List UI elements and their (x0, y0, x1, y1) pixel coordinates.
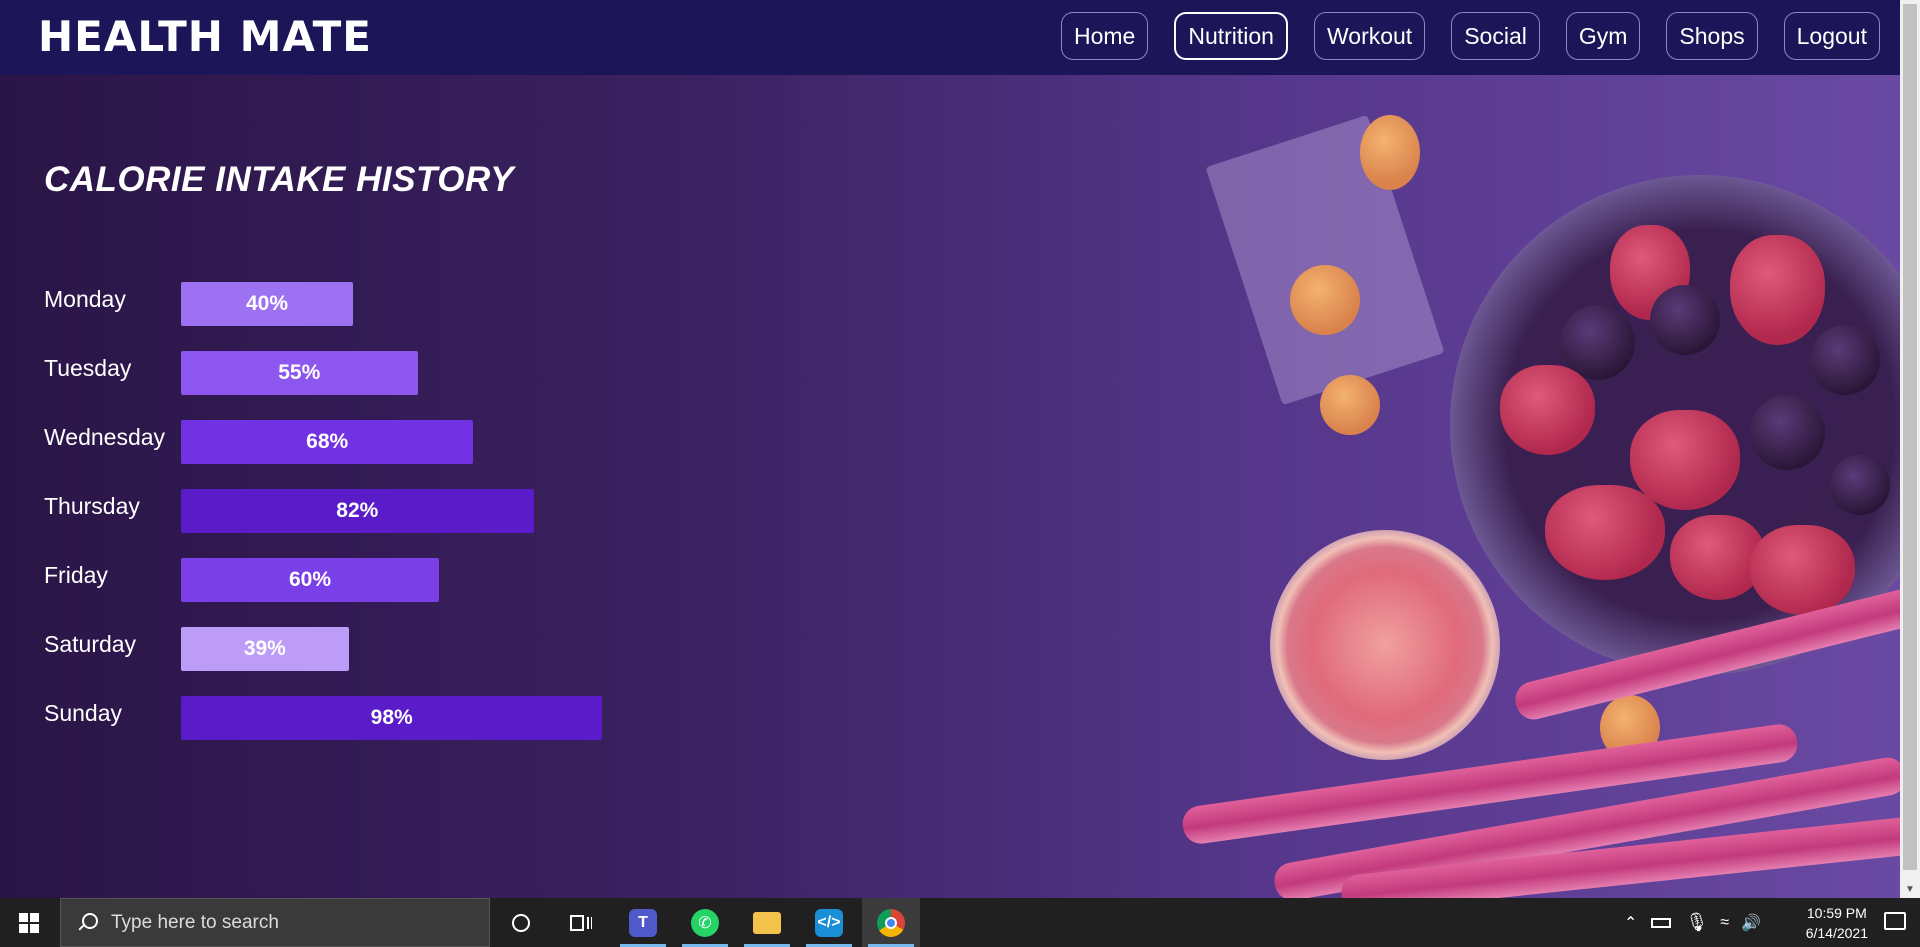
chart-bar: 39% (181, 627, 349, 671)
chart-bar: 68% (181, 420, 474, 464)
microphone-icon[interactable]: 🎙 (1685, 912, 1708, 933)
chart-bar: 55% (181, 351, 418, 395)
start-button[interactable] (0, 898, 58, 947)
brand-logo[interactable]: HEALTH MATE (38, 12, 372, 61)
taskbar-search-box[interactable]: Type here to search (60, 898, 490, 947)
nav-workout-button[interactable]: Workout (1313, 12, 1426, 60)
teams-taskbar-button[interactable]: T (614, 898, 672, 947)
task-view-button[interactable] (552, 898, 610, 947)
nav-nutrition-button[interactable]: Nutrition (1174, 12, 1288, 60)
nav-menu: Home Nutrition Workout Social Gym Shops … (1060, 12, 1880, 60)
whatsapp-taskbar-button[interactable]: ✆ (676, 898, 734, 947)
whatsapp-icon: ✆ (691, 908, 719, 937)
chart-day-label: Thursday (44, 493, 140, 519)
chart-bar: 60% (181, 558, 439, 602)
nav-gym-button[interactable]: Gym (1565, 12, 1641, 60)
top-navbar: HEALTH MATE Home Nutrition Workout Socia… (0, 0, 1900, 75)
chart-bar: 98% (181, 696, 603, 740)
search-icon (77, 912, 98, 933)
clock-time: 10:59 PM (1806, 905, 1867, 921)
search-placeholder: Type here to search (111, 911, 279, 933)
cortana-icon (512, 913, 530, 932)
teams-icon: T (629, 908, 657, 937)
page-scrollbar[interactable]: ▲ ▼ (1900, 0, 1920, 898)
wifi-icon[interactable]: ≈ (1720, 914, 1729, 932)
page-title: CALORIE INTAKE HISTORY (44, 160, 514, 199)
nav-social-button[interactable]: Social (1451, 12, 1540, 60)
vscode-icon: </> (815, 908, 843, 937)
file-explorer-taskbar-button[interactable] (738, 898, 796, 947)
chart-bar: 40% (181, 282, 353, 326)
taskbar-clock[interactable]: 10:59 PM 6/14/2021 (1806, 903, 1868, 943)
chrome-icon (877, 908, 905, 937)
clock-date: 6/14/2021 (1805, 925, 1868, 941)
cortana-button[interactable] (492, 898, 550, 947)
vscode-taskbar-button[interactable]: </> (800, 898, 858, 947)
notification-center-icon[interactable] (1884, 912, 1906, 930)
chart-day-label: Wednesday (44, 424, 166, 450)
windows-taskbar: Type here to search T ✆ </> ⌃ 🎙 ≈ 🔊 10:5… (0, 898, 1920, 947)
chart-day-label: Saturday (44, 631, 137, 657)
chart-day-label: Sunday (44, 700, 123, 726)
scroll-thumb[interactable] (1903, 4, 1917, 870)
file-explorer-icon (753, 911, 781, 934)
chart-day-label: Tuesday (44, 355, 132, 381)
show-hidden-icons-chevron-icon[interactable]: ⌃ (1624, 913, 1637, 933)
task-view-icon (570, 914, 592, 931)
chart-day-label: Monday (44, 286, 126, 312)
scroll-down-arrow-icon[interactable]: ▼ (1900, 882, 1920, 898)
nav-home-button[interactable]: Home (1060, 12, 1149, 60)
battery-icon[interactable] (1651, 917, 1672, 928)
volume-icon[interactable]: 🔊 (1741, 913, 1761, 933)
chart-bar: 82% (181, 489, 534, 533)
fruit-photo-background (1090, 75, 1900, 898)
nav-logout-button[interactable]: Logout (1783, 12, 1880, 60)
chrome-taskbar-button[interactable] (862, 898, 920, 947)
nav-shops-button[interactable]: Shops (1666, 12, 1758, 60)
system-tray: ⌃ 🎙 ≈ 🔊 (1624, 898, 1761, 947)
windows-logo-icon (19, 912, 39, 933)
browser-page: HEALTH MATE Home Nutrition Workout Socia… (0, 0, 1920, 898)
chart-day-label: Friday (44, 562, 108, 588)
